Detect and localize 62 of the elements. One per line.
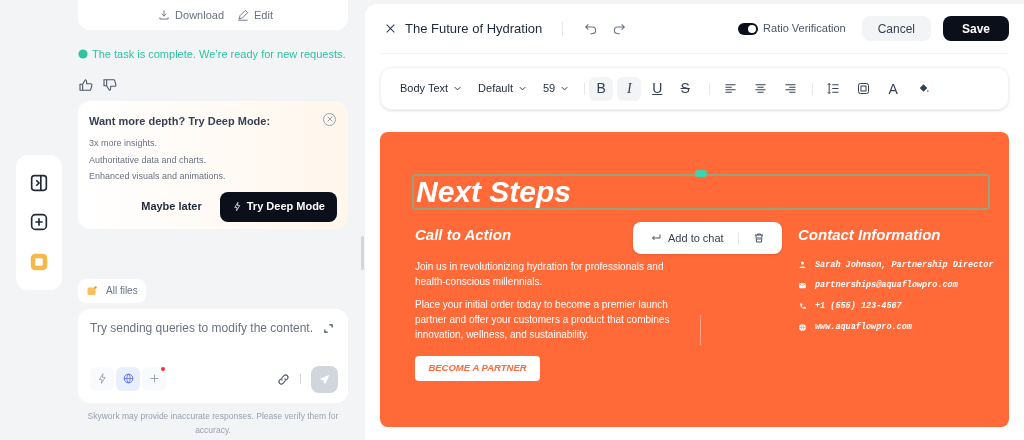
- send-icon: [318, 372, 331, 386]
- feature-text: 3x more insights.: [89, 137, 159, 150]
- underline-button[interactable]: U: [645, 76, 670, 101]
- scrollbar: [361, 236, 364, 270]
- card-title: Want more depth? Try Deep Mode:: [89, 113, 271, 129]
- trash-icon: [752, 232, 765, 244]
- chat-input-field[interactable]: Try sending queries to modify the content.: [90, 318, 318, 337]
- contact-text: +1 (555) 123-4567: [815, 300, 902, 313]
- all-files-chip[interactable]: All files: [78, 278, 146, 303]
- contact-text: Sarah Johnson, Partnership Director: [815, 258, 994, 272]
- try-deep-mode-button[interactable]: Try Deep Mode: [219, 191, 337, 222]
- feature-text: Enhanced visuals and animations.: [89, 170, 227, 183]
- resize-handle[interactable]: [695, 170, 707, 177]
- expand-icon[interactable]: [323, 322, 334, 334]
- phone-icon: [798, 301, 807, 311]
- feature-text: Authoritative data and charts.: [89, 153, 208, 167]
- frame-icon: [855, 81, 871, 96]
- line-spacing-icon: [825, 81, 841, 96]
- person-icon: [798, 260, 807, 270]
- strike-button[interactable]: S: [673, 76, 698, 101]
- delete-button[interactable]: [752, 232, 765, 244]
- document-title: The Future of Hydration: [405, 19, 543, 38]
- contact-text: partnerships@aquaflowpro.com: [815, 279, 958, 292]
- pencil-icon: [236, 8, 251, 22]
- lightning-icon: [231, 201, 243, 212]
- italic-button[interactable]: I: [617, 76, 642, 101]
- font-color-button[interactable]: A: [883, 78, 904, 99]
- link-icon[interactable]: [277, 372, 290, 386]
- add-button[interactable]: [142, 366, 166, 391]
- thumbs-up-button[interactable]: [78, 76, 94, 93]
- thumbs-down-icon: [102, 76, 118, 93]
- status-message: The task is complete. We’re ready for new requests.: [92, 47, 346, 62]
- toggle-switch[interactable]: [738, 22, 759, 35]
- web-search-button[interactable]: [116, 366, 140, 391]
- cancel-button[interactable]: Cancel: [861, 16, 931, 41]
- globe-icon: [121, 372, 135, 385]
- edit-button[interactable]: Edit: [236, 6, 273, 24]
- toggle-label: Ratio Verification: [763, 21, 846, 37]
- download-icon: [157, 8, 172, 22]
- close-icon: [325, 115, 334, 123]
- thumbs-up-icon: [78, 76, 94, 93]
- check-circle-icon: [78, 49, 88, 60]
- download-button[interactable]: Download: [157, 6, 225, 24]
- add-to-chat-button[interactable]: Add to chat: [650, 229, 724, 247]
- bold-button[interactable]: B: [589, 76, 614, 101]
- maybe-later-button[interactable]: Maybe later: [141, 198, 202, 215]
- body-paragraph: Place your initial order today to become a premier launch partner and offer your customers a product that combines innovation, wellness, and sustainability.: [415, 297, 671, 342]
- close-icon[interactable]: [384, 22, 397, 35]
- style-dropdown[interactable]: Body Text: [400, 80, 464, 97]
- contact-text: www.aquaflowpro.com: [815, 320, 912, 334]
- mail-icon: [798, 281, 807, 291]
- disclaimer-text: Skywork may provide inaccurate responses. Please verify them for accuracy.: [86, 409, 340, 437]
- globe-icon: [798, 322, 807, 332]
- body-paragraph: Join us in revolutionizing hydration for professionals and health-conscious millennials.: [415, 259, 665, 289]
- section-heading: Contact Information: [798, 225, 942, 245]
- size-dropdown[interactable]: 59: [542, 80, 571, 97]
- slide-title: Next Steps: [416, 174, 572, 210]
- save-button[interactable]: Save: [943, 16, 1009, 41]
- folder-icon: [86, 284, 98, 297]
- thumbs-down-button[interactable]: [102, 76, 118, 93]
- section-heading: Call to Action: [415, 225, 512, 245]
- font-dropdown[interactable]: Default: [478, 80, 528, 97]
